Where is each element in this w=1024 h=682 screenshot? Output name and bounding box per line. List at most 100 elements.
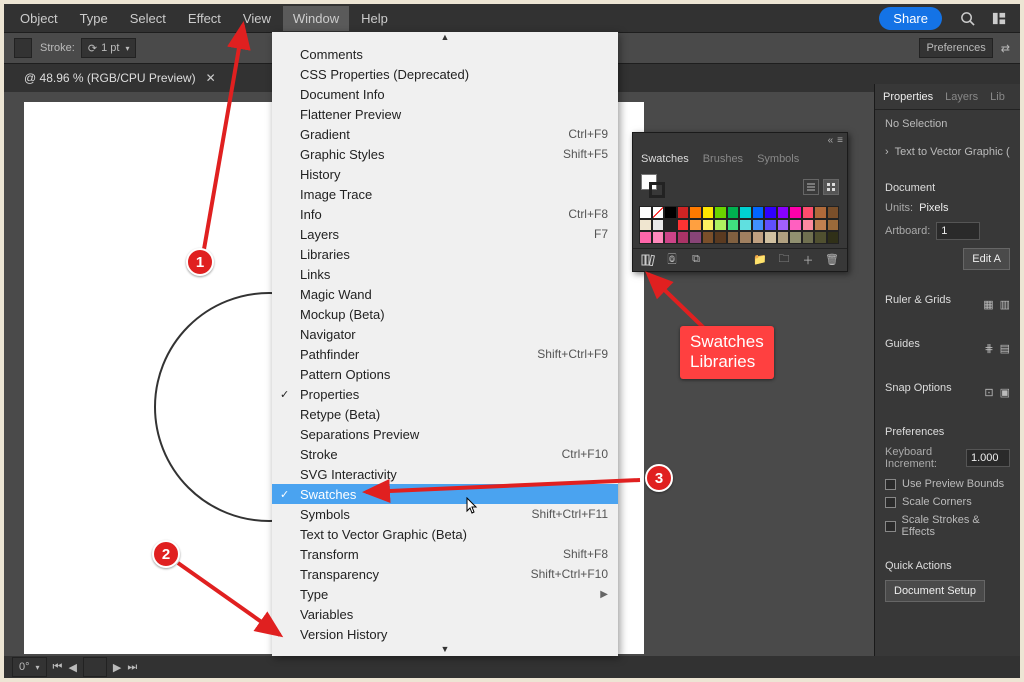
swatch-cell[interactable] bbox=[814, 219, 827, 232]
menu-select[interactable]: Select bbox=[120, 6, 176, 31]
menu-item-history[interactable]: History bbox=[272, 164, 618, 184]
menu-item-layers[interactable]: LayersF7 bbox=[272, 224, 618, 244]
swatch-cell[interactable] bbox=[714, 219, 727, 232]
menu-type[interactable]: Type bbox=[70, 6, 118, 31]
close-tab-icon[interactable]: ✕ bbox=[206, 71, 216, 85]
nav-first-icon[interactable]: ⏮ bbox=[53, 661, 63, 674]
swatch-cell[interactable] bbox=[739, 219, 752, 232]
swatch-cell[interactable] bbox=[727, 219, 740, 232]
menu-item-text-to-vector-graphic-beta-[interactable]: Text to Vector Graphic (Beta) bbox=[272, 524, 618, 544]
menu-item-swatches[interactable]: ✓Swatches bbox=[272, 484, 618, 504]
swatch-cell[interactable] bbox=[777, 219, 790, 232]
panel-tab-libraries[interactable]: Lib bbox=[990, 91, 1005, 103]
scale-corners-checkbox[interactable]: Scale Corners bbox=[885, 496, 1010, 508]
swatch-cell[interactable] bbox=[639, 219, 652, 232]
swatch-cell[interactable] bbox=[677, 231, 690, 244]
panel-collapse-icon[interactable]: « bbox=[828, 135, 834, 146]
use-preview-bounds-checkbox[interactable]: Use Preview Bounds bbox=[885, 478, 1010, 490]
swatch-cell[interactable] bbox=[752, 206, 765, 219]
new-swatch-icon[interactable]: ＋ bbox=[799, 253, 817, 267]
nav-next-icon[interactable]: ▶ bbox=[113, 661, 121, 674]
swatch-list-view-icon[interactable] bbox=[803, 179, 819, 195]
swatch-cell[interactable] bbox=[802, 231, 815, 244]
artboard-index-input[interactable]: 1 bbox=[936, 222, 980, 240]
menu-item-stroke[interactable]: StrokeCtrl+F10 bbox=[272, 444, 618, 464]
menu-item-css-properties-deprecated-[interactable]: CSS Properties (Deprecated) bbox=[272, 64, 618, 84]
swatch-grid-view-icon[interactable] bbox=[823, 179, 839, 195]
swatch-cell[interactable] bbox=[727, 231, 740, 244]
menu-item-properties[interactable]: ✓Properties bbox=[272, 384, 618, 404]
panel-tab-symbols[interactable]: Symbols bbox=[757, 153, 799, 165]
keyboard-increment-input[interactable]: 1.000 bbox=[966, 449, 1010, 467]
swatch-cell[interactable] bbox=[777, 231, 790, 244]
swatch-cell[interactable] bbox=[764, 231, 777, 244]
swatch-cell[interactable] bbox=[802, 219, 815, 232]
snap-pixel-icon[interactable]: ▣ bbox=[1000, 386, 1010, 399]
swatch-cell[interactable] bbox=[702, 219, 715, 232]
swatch-cell[interactable] bbox=[677, 206, 690, 219]
swatch-cell[interactable] bbox=[664, 206, 677, 219]
swatch-cell[interactable] bbox=[639, 231, 652, 244]
swatch-cell[interactable] bbox=[714, 231, 727, 244]
menu-item-image-trace[interactable]: Image Trace bbox=[272, 184, 618, 204]
menu-item-version-history[interactable]: Version History bbox=[272, 624, 618, 644]
swatch-cell[interactable] bbox=[764, 206, 777, 219]
swatch-cell[interactable] bbox=[827, 206, 840, 219]
menu-object[interactable]: Object bbox=[10, 6, 68, 31]
menu-view[interactable]: View bbox=[233, 6, 281, 31]
menu-item-navigator[interactable]: Navigator bbox=[272, 324, 618, 344]
panel-tab-properties[interactable]: Properties bbox=[883, 91, 933, 103]
swatch-cell[interactable] bbox=[814, 206, 827, 219]
swatch-cell[interactable] bbox=[702, 231, 715, 244]
menu-item-pathfinder[interactable]: PathfinderShift+Ctrl+F9 bbox=[272, 344, 618, 364]
grid-icon[interactable]: ▥ bbox=[1000, 298, 1010, 311]
swatch-cell[interactable] bbox=[752, 219, 765, 232]
guides-lock-icon[interactable]: ▤ bbox=[1000, 342, 1010, 355]
artboard-index-input[interactable] bbox=[83, 657, 107, 677]
swatch-cell[interactable] bbox=[814, 231, 827, 244]
swatch-cell[interactable] bbox=[689, 219, 702, 232]
swatch-cell[interactable] bbox=[764, 219, 777, 232]
share-button[interactable]: Share bbox=[879, 7, 942, 30]
menu-item-magic-wand[interactable]: Magic Wand bbox=[272, 284, 618, 304]
new-color-group-icon[interactable]: 📁 bbox=[751, 253, 769, 267]
dropdown-scroll-down-icon[interactable]: ▼ bbox=[272, 644, 618, 656]
units-value[interactable]: Pixels bbox=[919, 202, 948, 214]
panel-menu-icon[interactable]: ≡ bbox=[837, 135, 843, 146]
swatch-cell[interactable] bbox=[639, 206, 652, 219]
swatch-cell[interactable] bbox=[652, 231, 665, 244]
menu-item-libraries[interactable]: Libraries bbox=[272, 244, 618, 264]
swatch-cell[interactable] bbox=[827, 231, 840, 244]
swatch-cell[interactable] bbox=[752, 231, 765, 244]
new-swatch-folder-icon[interactable]: 🗀 bbox=[775, 253, 793, 267]
swatch-cell[interactable] bbox=[739, 206, 752, 219]
swatch-cell[interactable] bbox=[689, 231, 702, 244]
ruler-icon[interactable]: ▦ bbox=[983, 298, 993, 311]
swatch-cell[interactable] bbox=[789, 206, 802, 219]
stroke-value-input[interactable]: ⟳1 pt▾ bbox=[81, 38, 137, 58]
edit-artboards-button[interactable]: Edit A bbox=[963, 248, 1010, 270]
menu-item-svg-interactivity[interactable]: SVG Interactivity bbox=[272, 464, 618, 484]
menu-item-flattener-preview[interactable]: Flattener Preview bbox=[272, 104, 618, 124]
menu-item-variables[interactable]: Variables bbox=[272, 604, 618, 624]
swatch-kind-menu-icon[interactable]: 🀙 bbox=[663, 253, 681, 267]
guides-icon[interactable]: ⋕ bbox=[984, 342, 993, 355]
snap-point-icon[interactable]: ⊡ bbox=[984, 386, 993, 399]
swatch-cell[interactable] bbox=[664, 231, 677, 244]
dropdown-scroll-up-icon[interactable]: ▲ bbox=[272, 32, 618, 44]
swatch-cell[interactable] bbox=[777, 206, 790, 219]
nav-last-icon[interactable]: ⏭ bbox=[127, 661, 137, 674]
menu-effect[interactable]: Effect bbox=[178, 6, 231, 31]
status-rotation[interactable]: 0°▾ bbox=[12, 657, 47, 677]
scale-strokes-checkbox[interactable]: Scale Strokes & Effects bbox=[885, 514, 1010, 538]
menu-item-symbols[interactable]: SymbolsShift+Ctrl+F11 bbox=[272, 504, 618, 524]
menu-item-gradient[interactable]: GradientCtrl+F9 bbox=[272, 124, 618, 144]
menu-help[interactable]: Help bbox=[351, 6, 398, 31]
swatch-cell[interactable] bbox=[702, 206, 715, 219]
delete-swatch-icon[interactable]: 🗑 bbox=[823, 253, 841, 267]
menu-item-info[interactable]: InfoCtrl+F8 bbox=[272, 204, 618, 224]
fill-stroke-indicator[interactable] bbox=[641, 174, 667, 200]
swatch-cell[interactable] bbox=[714, 206, 727, 219]
swatch-cell[interactable] bbox=[727, 206, 740, 219]
swatch-cell[interactable] bbox=[677, 219, 690, 232]
